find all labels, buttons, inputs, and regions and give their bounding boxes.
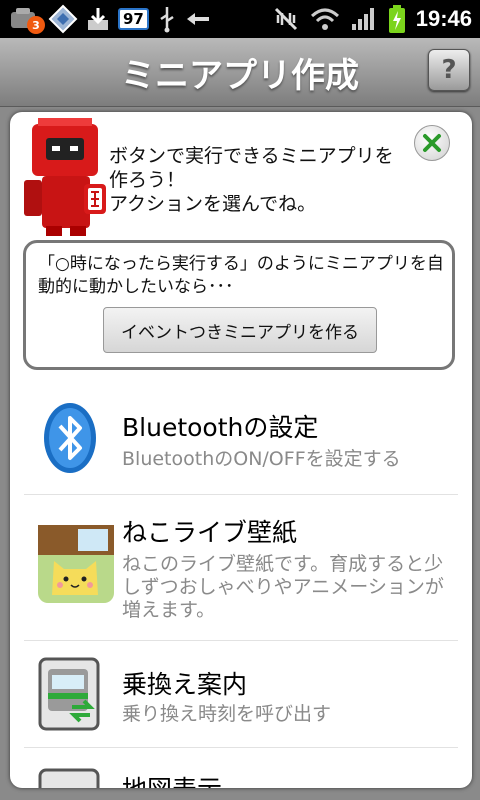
list-item-cat-wallpaper[interactable]: ねこライブ壁紙 ねこのライブ壁紙です。育成すると少しずつおしゃべりやアニメーショ… xyxy=(24,495,458,641)
item-description: ねこのライブ壁紙です。育成すると少しずつおしゃべりやアニメーションが増えます。 xyxy=(122,553,444,621)
list-item-bluetooth[interactable]: Bluetoothの設定 BluetoothのON/OFFを設定する xyxy=(24,374,458,495)
event-description: 「○時になったら実行する」のようにミニアプリを自動的に動かしたいなら･･･ xyxy=(38,254,444,297)
page-title: ミニアプリ作成 xyxy=(121,56,359,96)
item-description: BluetoothのON/OFFを設定する xyxy=(122,448,401,470)
help-icon: ? xyxy=(441,55,457,85)
item-description: 乗り換え時刻を呼び出す xyxy=(122,703,332,725)
item-title: 地図表示 xyxy=(122,770,222,788)
list-item-map[interactable]: 地図表示 xyxy=(24,748,458,788)
create-event-app-button[interactable]: イベントつきミニアプリを作る xyxy=(103,307,377,353)
close-icon xyxy=(423,134,441,152)
number-badge: 97 xyxy=(118,8,149,30)
help-button[interactable]: ? xyxy=(428,49,470,91)
diamond-app-icon xyxy=(48,4,78,34)
notification-count-badge: 3 xyxy=(27,16,45,34)
map-icon xyxy=(38,768,100,788)
train-transfer-icon xyxy=(38,657,100,731)
data-arrow-icon xyxy=(185,9,211,29)
event-app-panel: 「○時になったら実行する」のようにミニアプリを自動的に動かしたいなら･･･ イベ… xyxy=(23,240,455,370)
item-title: 乗換え案内 xyxy=(122,670,248,699)
wifi-icon xyxy=(310,6,340,32)
clock: 19:46 xyxy=(415,6,472,31)
list-item-transfer[interactable]: 乗換え案内 乗り換え時刻を呼び出す xyxy=(24,641,458,748)
title-bar: ミニアプリ作成 ? xyxy=(0,38,480,107)
vibrate-mute-icon xyxy=(272,5,300,33)
usb-icon xyxy=(157,5,177,33)
item-title: ねこライブ壁紙 xyxy=(122,518,298,547)
close-button[interactable] xyxy=(414,125,450,161)
status-bar: 3 97 19:46 xyxy=(0,0,480,38)
action-select-dialog: ボタンで実行できるミニアプリを作ろう！ アクションを選んでね。 「○時になったら… xyxy=(10,112,472,788)
signal-icon xyxy=(350,6,378,32)
battery-charging-icon xyxy=(388,4,406,34)
download-icon xyxy=(86,6,110,32)
robot-mascot-icon xyxy=(24,118,106,236)
cat-wallpaper-icon xyxy=(38,525,114,603)
bluetooth-icon xyxy=(44,403,96,473)
intro-text: ボタンで実行できるミニアプリを作ろう！ アクションを選んでね。 xyxy=(109,145,394,215)
action-list: Bluetoothの設定 BluetoothのON/OFFを設定する ねこライブ… xyxy=(10,374,472,788)
item-title: Bluetoothの設定 xyxy=(122,413,319,442)
